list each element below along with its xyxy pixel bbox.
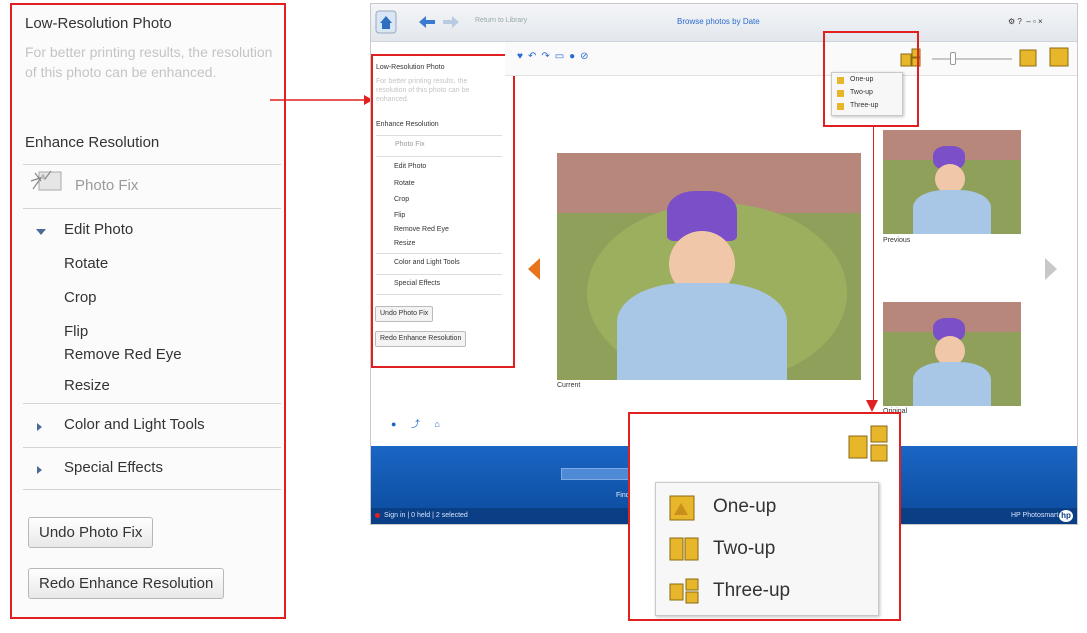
mini-one-up-option[interactable]: One-up [850, 76, 873, 83]
callout-arrow-down-icon [866, 400, 878, 412]
three-up-icon [837, 103, 844, 110]
collapse-caret-icon[interactable] [37, 466, 42, 474]
zoomed-layout-menu-callout: One-up Two-up Three-up [628, 412, 901, 621]
return-to-library-link[interactable]: Return to Library [475, 17, 527, 24]
undo-photo-fix-button[interactable]: Undo Photo Fix [28, 517, 154, 548]
mini-photo-fix[interactable]: Photo Fix [395, 141, 425, 148]
photo-fix-button[interactable]: Photo Fix [75, 177, 138, 194]
next-photo-arrow-icon[interactable] [1045, 258, 1057, 280]
mini-remove-red-eye[interactable]: Remove Red Eye [394, 226, 449, 233]
status-dot-icon [375, 513, 380, 518]
panel-title: Low-Resolution Photo [25, 15, 172, 32]
rotate-link[interactable]: Rotate [64, 255, 108, 272]
expand-caret-icon[interactable] [36, 229, 46, 235]
mini-edit-photo[interactable]: Edit Photo [394, 163, 426, 170]
special-effects-section[interactable]: Special Effects [64, 459, 163, 476]
remove-red-eye-link[interactable]: Remove Red Eye [64, 346, 182, 363]
current-label: Current [557, 382, 581, 389]
mini-panel-title: Low-Resolution Photo [376, 64, 445, 71]
mini-three-up-option[interactable]: Three-up [850, 102, 878, 109]
current-photo[interactable] [557, 153, 861, 380]
redo-enhance-resolution-button[interactable]: Redo Enhance Resolution [28, 568, 225, 599]
previous-photo-arrow-icon[interactable] [528, 258, 540, 280]
collapse-caret-icon[interactable] [37, 423, 42, 431]
mini-two-up-option[interactable]: Two-up [850, 89, 873, 96]
resize-link[interactable]: Resize [64, 377, 110, 394]
divider [376, 294, 502, 295]
two-up-icon [837, 90, 844, 97]
flip-link[interactable]: Flip [64, 323, 88, 340]
callout-arrow-icon [270, 95, 373, 105]
divider [23, 447, 281, 448]
previous-label: Previous [883, 237, 911, 244]
mini-undo-button[interactable]: Undo Photo Fix [375, 306, 434, 322]
mini-enhance-resolution[interactable]: Enhance Resolution [376, 121, 439, 128]
edit-toolbar: ♥↶↷▭●⊘ [505, 42, 1077, 76]
callout-connector [873, 126, 874, 404]
mini-crop[interactable]: Crop [394, 196, 409, 203]
divider [376, 274, 502, 275]
photo-blanket [617, 283, 787, 380]
panel-hint: For better printing results, the resolut… [25, 44, 273, 80]
title-bar: Return to Library Browse photos by Date … [371, 4, 1077, 42]
mini-layout-menu: One-up Two-up Three-up [831, 72, 903, 116]
photo-blanket [913, 362, 991, 406]
mini-panel-hint: For better printing results, the resolut… [376, 78, 470, 103]
status-right-text: HP Photosmart [1011, 512, 1059, 519]
mini-special-effects[interactable]: Special Effects [394, 280, 440, 287]
edit-tool-icons[interactable]: ♥↶↷▭●⊘ [517, 51, 594, 62]
two-up-option[interactable]: Two-up [713, 538, 775, 560]
hp-logo-icon: hp [1059, 510, 1073, 522]
two-up-icon [669, 537, 699, 561]
zoom-slider-handle[interactable] [950, 52, 956, 65]
color-light-tools-section[interactable]: Color and Light Tools [64, 416, 205, 433]
divider [23, 489, 281, 490]
photo-blanket [913, 190, 991, 234]
divider [23, 208, 281, 209]
fit-icon[interactable] [1019, 49, 1037, 67]
divider [376, 253, 502, 254]
forward-icon[interactable] [443, 16, 459, 28]
divider [23, 164, 281, 165]
divider [376, 135, 502, 136]
three-up-icon [669, 578, 699, 604]
three-up-option[interactable]: Three-up [713, 580, 790, 602]
enhance-resolution-link[interactable]: Enhance Resolution [25, 134, 159, 151]
divider [376, 156, 502, 157]
crop-link[interactable]: Crop [64, 289, 97, 306]
mini-rotate[interactable]: Rotate [394, 180, 415, 187]
edit-photo-section[interactable]: Edit Photo [64, 221, 133, 238]
status-left-text[interactable]: Sign in | 0 held | 2 selected [384, 512, 468, 519]
mini-flip[interactable]: Flip [394, 212, 405, 219]
layout-menu-button-icon[interactable] [847, 424, 891, 464]
view-title: Browse photos by Date [677, 17, 760, 26]
mini-redo-button[interactable]: Redo Enhance Resolution [375, 331, 467, 347]
window-controls[interactable]: ⚙ ? – ▫ × [1008, 17, 1043, 26]
previous-photo[interactable] [883, 130, 1021, 234]
one-up-option[interactable]: One-up [713, 496, 776, 518]
back-icon[interactable] [419, 16, 435, 28]
one-up-icon [837, 77, 844, 84]
one-up-icon [669, 495, 695, 521]
full-view-icon[interactable] [1049, 47, 1069, 67]
zoom-slider[interactable] [932, 58, 1012, 60]
home-icon[interactable] [375, 10, 397, 34]
mini-color-light-tools[interactable]: Color and Light Tools [394, 259, 460, 266]
zoomed-edit-panel: Low-Resolution Photo For better printing… [10, 3, 286, 619]
photo-fix-icon [30, 170, 62, 191]
divider [23, 403, 281, 404]
mini-resize[interactable]: Resize [394, 240, 415, 247]
original-photo[interactable] [883, 302, 1021, 406]
panel-bottom-icons[interactable]: ● ⤴ ⌂ [391, 417, 446, 430]
layout-menu: One-up Two-up Three-up [655, 482, 879, 616]
